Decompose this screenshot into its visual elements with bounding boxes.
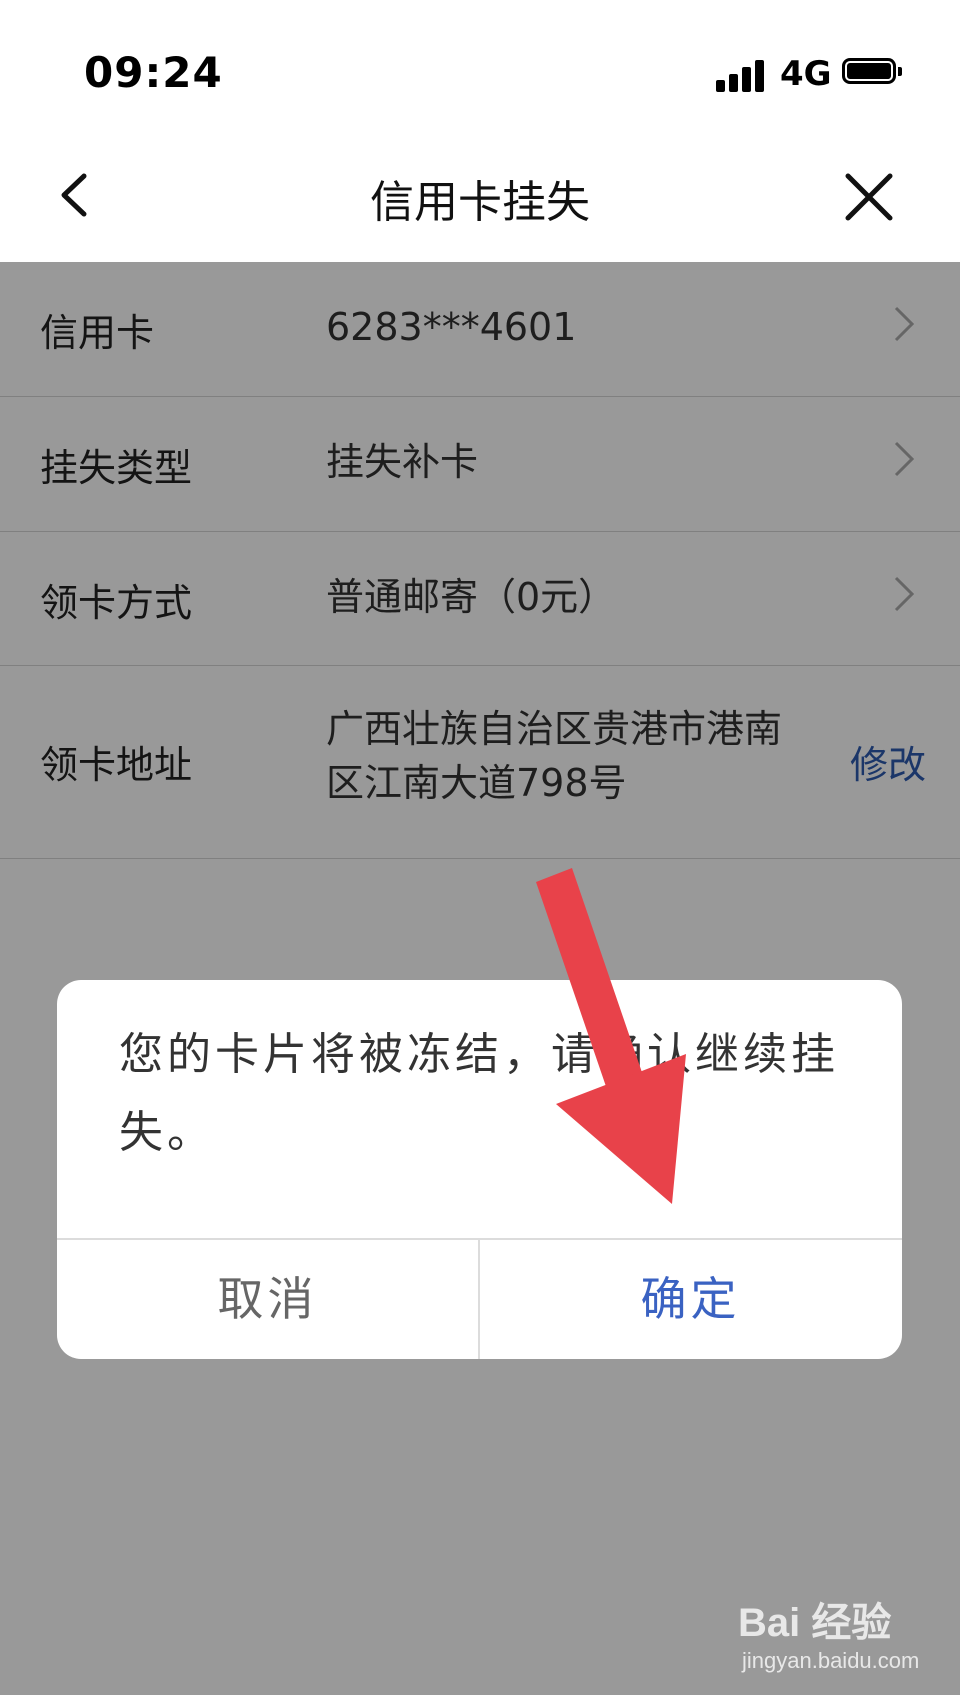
- status-time: 09:24: [84, 48, 223, 97]
- close-icon[interactable]: [842, 170, 896, 224]
- confirm-button[interactable]: 确定: [480, 1240, 901, 1359]
- status-bar: 09:24 4G: [0, 0, 960, 130]
- baidu-logo: Bai 经验: [738, 1601, 892, 1645]
- modal-overlay: [0, 262, 960, 1695]
- confirm-dialog: 您的卡片将被冻结，请确认继续挂失。 取消 确定: [57, 980, 902, 1359]
- page-title: 信用卡挂失: [370, 177, 590, 228]
- dialog-message: 您的卡片将被冻结，请确认继续挂失。: [119, 1029, 839, 1158]
- watermark-url: jingyan.baidu.com: [742, 1648, 920, 1673]
- signal-icon: [716, 58, 768, 92]
- nav-bar: 信用卡挂失: [0, 130, 960, 262]
- cancel-button[interactable]: 取消: [57, 1240, 478, 1359]
- network-type: 4G: [780, 54, 832, 94]
- battery-icon: [842, 58, 902, 90]
- watermark: Bai 经验 jingyan.baidu.com: [730, 1590, 940, 1680]
